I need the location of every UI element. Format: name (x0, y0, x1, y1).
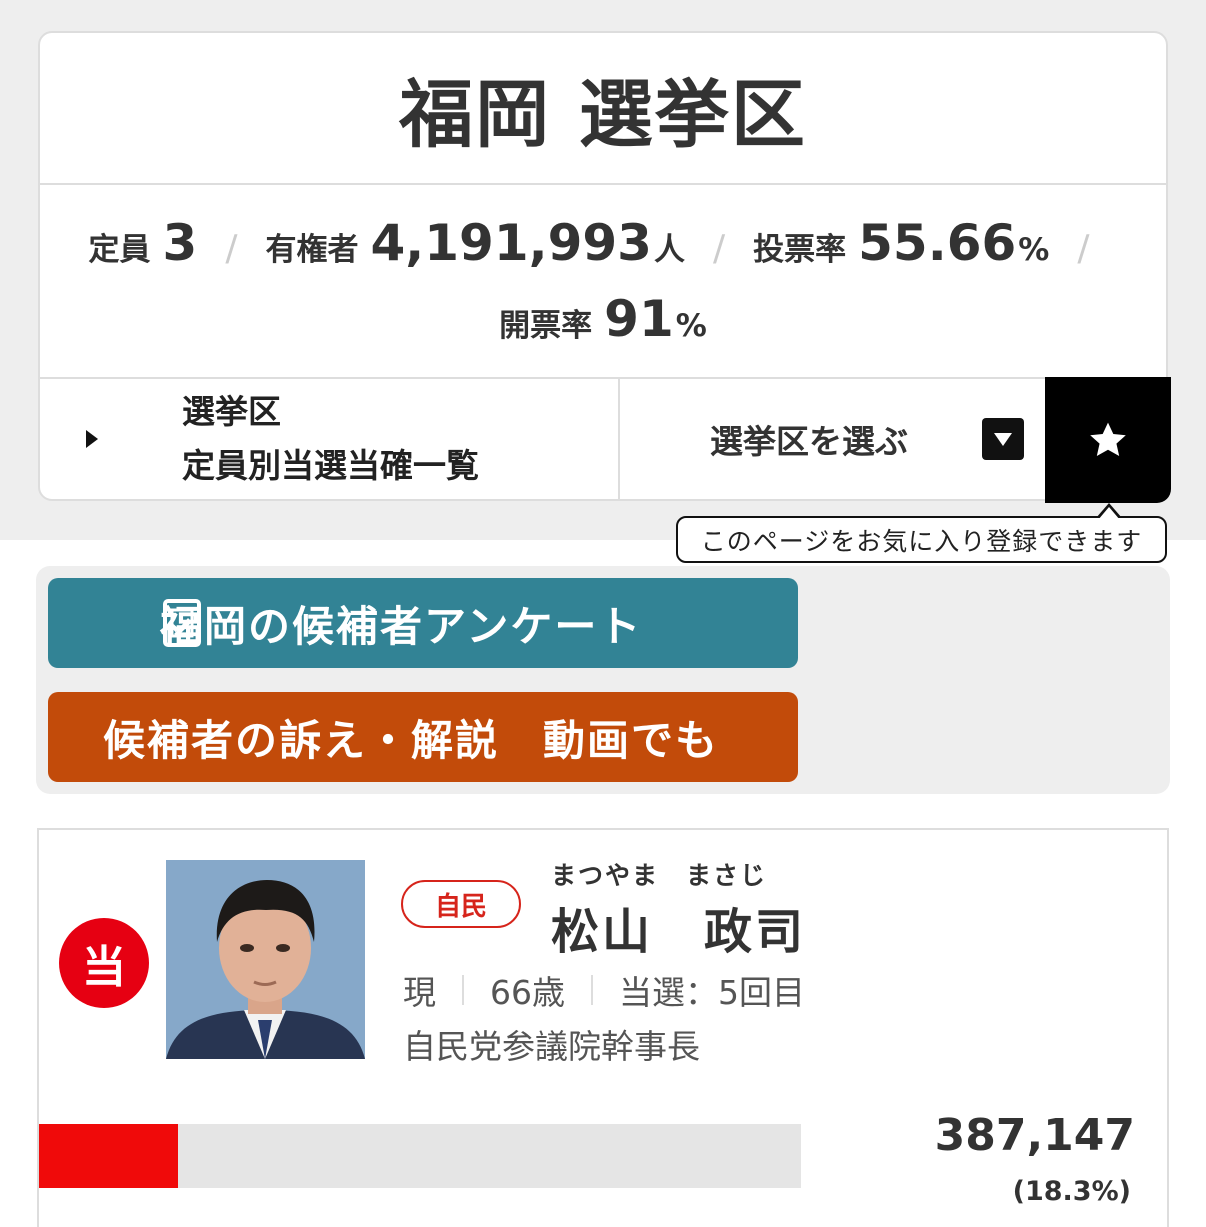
candidate-survey-button[interactable]: 福岡の候補者アンケート (48, 578, 798, 668)
candidate-furigana: まつやま まさじ (551, 861, 768, 890)
meta-divider (591, 975, 593, 1005)
candidate-card[interactable]: 当 自民 まつやま まさじ 松山 政司 現 66歳 当選：5回目 自民党参議院幹… (37, 828, 1169, 1227)
candidate-photo (166, 860, 365, 1059)
stats-row-main: 定員 3 / 有権者 4,191,993 人 / 投票率 55.66 % / (89, 214, 1118, 272)
survey-icon (163, 599, 201, 647)
district-stats: 定員 3 / 有権者 4,191,993 人 / 投票率 55.66 % / 開… (40, 185, 1166, 379)
page-title: 福岡 選挙区 (40, 33, 1166, 185)
counted-value: 91 (604, 290, 674, 348)
dropdown-arrow-icon (982, 418, 1024, 460)
candidate-meta: 現 66歳 当選：5回目 (403, 966, 805, 1014)
candidate-video-label: 候補者の訴え・解説 動画でも (103, 715, 720, 765)
winners-list-label: 選挙区 定員別当選当確一覧 (182, 385, 479, 493)
voters-label: 有権者 (265, 232, 359, 268)
winners-list-link[interactable]: 選挙区 定員別当選当確一覧 (40, 379, 620, 499)
seats-label: 定員 (88, 232, 151, 268)
turnout-value: 55.66 (858, 214, 1017, 272)
winners-list-line1: 選挙区 (182, 392, 281, 431)
candidate-status: 現 (403, 973, 436, 1012)
candidate-photo-image (166, 860, 365, 1059)
winners-list-line2: 定員別当選当確一覧 (182, 446, 479, 485)
seats-value: 3 (162, 214, 198, 272)
vote-share-fill (39, 1124, 179, 1188)
district-card: 福岡 選挙区 定員 3 / 有権者 4,191,993 人 / 投票率 55.6… (38, 31, 1171, 503)
counted-unit: % (675, 308, 707, 344)
links-panel: 福岡の候補者アンケート 候補者の訴え・解説 動画でも (36, 566, 1170, 794)
counted-label: 開票率 (499, 308, 593, 344)
vote-count: 387,147 (934, 1110, 1135, 1161)
candidate-survey-label: 福岡の候補者アンケート (160, 601, 643, 651)
district-select-label: 選挙区を選ぶ (710, 422, 908, 461)
star-icon (1090, 422, 1126, 456)
vote-percentage: (18.3%) (1012, 1176, 1131, 1207)
turnout-label: 投票率 (753, 232, 847, 268)
vote-share-bar (39, 1124, 801, 1188)
district-controls: 選挙区 定員別当選当確一覧 選挙区を選ぶ (40, 377, 1171, 503)
candidate-video-button[interactable]: 候補者の訴え・解説 動画でも (48, 692, 798, 782)
favorite-button[interactable] (1045, 377, 1171, 503)
tooltip-tail-inner (1098, 507, 1120, 520)
tooltip-text: このページをお気に入り登録できます (700, 526, 1143, 556)
candidate-role: 自民党参議院幹事長 (403, 1027, 700, 1066)
candidate-age: 66歳 (490, 973, 565, 1012)
voters-value: 4,191,993 (370, 214, 652, 272)
stats-row-counted: 開票率 91 % (499, 290, 707, 348)
favorite-tooltip: このページをお気に入り登録できます (676, 503, 1167, 563)
turnout-unit: % (1018, 232, 1050, 268)
caret-right-icon (86, 430, 98, 448)
meta-divider (462, 975, 464, 1005)
district-select[interactable]: 選挙区を選ぶ (620, 379, 1046, 499)
candidate-name: 松山 政司 (551, 904, 807, 960)
stat-separator: / (225, 228, 238, 269)
stat-separator: / (1077, 228, 1090, 269)
voters-unit: 人 (653, 232, 685, 268)
candidate-terms: 当選：5回目 (619, 973, 805, 1012)
party-badge: 自民 (401, 880, 521, 928)
stat-separator: / (712, 228, 726, 269)
elected-badge: 当 (59, 918, 149, 1008)
